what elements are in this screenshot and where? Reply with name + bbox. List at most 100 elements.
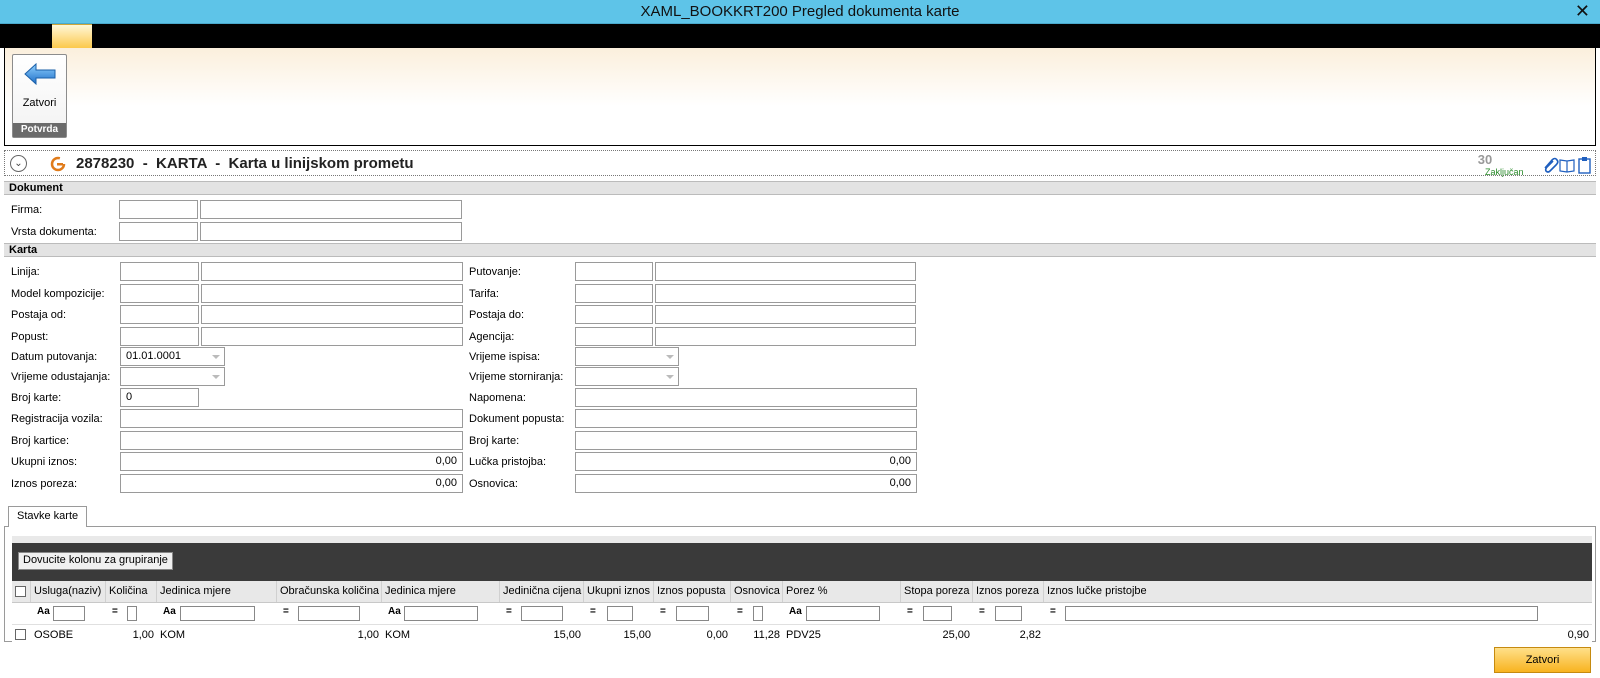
agencija-name-input[interactable] [655, 327, 916, 346]
column-header[interactable]: Iznos lučke pristojbe [1044, 581, 1592, 602]
filter-input[interactable] [753, 606, 763, 621]
equals-filter-operator[interactable]: = [283, 606, 289, 617]
firma-code-input[interactable] [119, 200, 198, 219]
firma-label: Firma: [11, 204, 43, 216]
filter-input[interactable] [404, 606, 478, 621]
column-header[interactable]: Jedinica mjere [382, 581, 500, 602]
vrsta-dokumenta-code-input[interactable] [119, 222, 198, 241]
group-by-drop-area[interactable]: Dovucite kolonu za grupiranje [18, 552, 173, 570]
napomena-input[interactable] [575, 388, 917, 407]
ribbon-close-button[interactable]: Zatvori [13, 55, 66, 123]
column-header[interactable]: Porez % [783, 581, 901, 602]
putovanje-name-input[interactable] [655, 262, 916, 281]
registracija-vozila-input[interactable] [120, 409, 463, 428]
table-cell: 1,00 [132, 629, 154, 641]
equals-filter-operator[interactable]: = [660, 606, 666, 617]
filter-input[interactable] [180, 606, 255, 621]
select-all-checkbox[interactable] [15, 585, 26, 597]
linija-code-input[interactable] [120, 262, 199, 281]
equals-filter-operator[interactable]: = [979, 606, 985, 617]
postaja-od-name-input[interactable] [201, 305, 463, 324]
broj-kartice-input[interactable] [120, 431, 463, 450]
footer-close-button[interactable]: Zatvori [1494, 647, 1591, 673]
column-header[interactable]: Usluga(naziv) [31, 581, 106, 602]
ribbon-group-label: Potvrda [13, 123, 66, 137]
column-header[interactable]: Količina [106, 581, 157, 602]
vrijeme-odustajanja-picker[interactable] [120, 367, 225, 386]
filter-input[interactable] [806, 606, 880, 621]
popust-name-input[interactable] [201, 327, 463, 346]
vrijeme-storniranja-picker[interactable] [575, 367, 679, 386]
equals-filter-operator[interactable]: = [590, 606, 596, 617]
column-header[interactable]: Osnovica [731, 581, 783, 602]
osnovica-input[interactable]: 0,00 [575, 474, 917, 493]
linija-name-input[interactable] [201, 262, 463, 281]
column-header[interactable]: Iznos poreza [973, 581, 1044, 602]
table-cell: 1,00 [357, 629, 379, 641]
filter-input[interactable] [127, 606, 137, 621]
row-checkbox[interactable] [15, 628, 26, 640]
postaja-od-code-input[interactable] [120, 305, 199, 324]
page-title: 2878230 - KARTA - Karta u linijskom prom… [76, 155, 414, 172]
model-kompozicije-label: Model kompozicije: [11, 288, 105, 300]
table-cell: OSOBE [34, 629, 74, 641]
equals-filter-operator[interactable]: = [506, 606, 512, 617]
table-cell: KOM [160, 629, 186, 641]
back-arrow-icon [24, 63, 56, 85]
broj-karte-input[interactable]: 0 [120, 388, 199, 407]
vrijeme-ispisa-picker[interactable] [575, 347, 679, 366]
column-header[interactable]: Jedinica mjere [157, 581, 277, 602]
datum-putovanja-picker[interactable]: 01.01.0001 [120, 347, 225, 366]
popust-label: Popust: [11, 331, 49, 343]
dokument-popusta-input[interactable] [575, 409, 917, 428]
clipboard-icon[interactable] [1578, 157, 1591, 174]
filter-input[interactable] [1065, 606, 1538, 621]
filter-input[interactable] [923, 606, 952, 621]
table-row[interactable]: OSOBE 1,00 KOM 1,00 KOM 15,00 15,00 0,00… [12, 625, 1592, 645]
firma-name-input[interactable] [200, 200, 462, 219]
popust-code-input[interactable] [120, 327, 199, 346]
book-icon[interactable] [1559, 159, 1575, 173]
filter-input[interactable] [298, 606, 360, 621]
equals-filter-operator[interactable]: = [737, 606, 743, 617]
ribbon-app-tab[interactable] [52, 24, 92, 48]
column-header[interactable]: Stopa poreza [901, 581, 973, 602]
grid-group-panel [12, 536, 1592, 582]
filter-input[interactable] [676, 606, 709, 621]
tarifa-code-input[interactable] [575, 284, 653, 303]
lucka-pristojba-input[interactable]: 0,00 [575, 452, 917, 471]
text-filter-operator[interactable]: Aa [388, 606, 401, 617]
equals-filter-operator[interactable]: = [112, 606, 118, 617]
table-cell: 0,90 [1567, 629, 1589, 641]
model-kompozicije-name-input[interactable] [201, 284, 463, 303]
filter-input[interactable] [521, 606, 563, 621]
filter-input[interactable] [607, 606, 633, 621]
postaja-do-code-input[interactable] [575, 305, 653, 324]
text-filter-operator[interactable]: Aa [163, 606, 176, 617]
equals-filter-operator[interactable]: = [907, 606, 913, 617]
postaja-do-name-input[interactable] [655, 305, 916, 324]
collapse-toggle-icon[interactable]: ⌄ [10, 155, 27, 172]
column-header[interactable]: Iznos popusta [654, 581, 731, 602]
equals-filter-operator[interactable]: = [1050, 606, 1056, 617]
putovanje-code-input[interactable] [575, 262, 653, 281]
filter-input[interactable] [53, 606, 85, 621]
registracija-vozila-label: Registracija vozila: [11, 413, 103, 425]
column-header[interactable]: Obračunska količina [277, 581, 382, 602]
vrsta-dokumenta-name-input[interactable] [200, 222, 462, 241]
ukupni-iznos-input[interactable]: 0,00 [120, 452, 463, 471]
iznos-poreza-input[interactable]: 0,00 [120, 474, 463, 493]
attachment-icon[interactable] [1544, 157, 1559, 173]
document-header: ⌄ 2878230 - KARTA - Karta u linijskom pr… [4, 150, 1596, 177]
tarifa-name-input[interactable] [655, 284, 916, 303]
column-header[interactable]: Jedinična cijena [500, 581, 584, 602]
model-kompozicije-code-input[interactable] [120, 284, 199, 303]
tab-stavke-karte[interactable]: Stavke karte [8, 506, 88, 527]
text-filter-operator[interactable]: Aa [789, 606, 802, 617]
broj-karte-right-input[interactable] [575, 431, 917, 450]
filter-input[interactable] [995, 606, 1022, 621]
close-window-icon[interactable]: ✕ [1575, 1, 1590, 22]
column-header[interactable]: Ukupni iznos [584, 581, 654, 602]
text-filter-operator[interactable]: Aa [37, 606, 50, 617]
agencija-code-input[interactable] [575, 327, 653, 346]
